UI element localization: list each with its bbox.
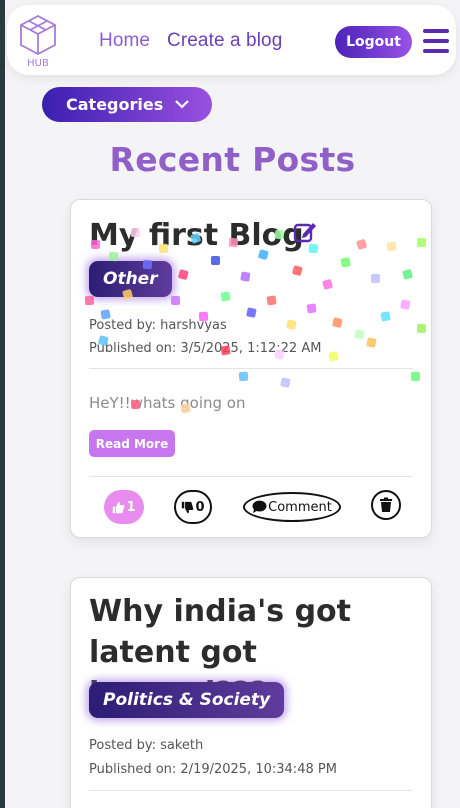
divider [89, 476, 413, 477]
hamburger-menu-icon[interactable] [423, 29, 449, 55]
post-excerpt: HeY!!whats going on [89, 394, 246, 412]
confetti-piece [386, 241, 397, 252]
post-card: My first Blog Other Posted by: harshvyas… [70, 199, 432, 538]
divider [89, 790, 413, 791]
confetti-piece [366, 337, 377, 348]
app-frame: HUB Home Create a blog Logout Categories… [5, 0, 460, 808]
categories-dropdown-button[interactable]: Categories [42, 87, 212, 122]
posted-by: Posted by: saketh [89, 738, 204, 753]
trash-icon [380, 497, 392, 512]
confetti-piece [286, 319, 297, 330]
comment-button[interactable]: Comment [243, 492, 341, 522]
confetti-piece [411, 372, 420, 381]
confetti-piece [292, 265, 303, 276]
confetti-piece [246, 307, 257, 318]
confetti-piece [380, 311, 391, 322]
navbar: HUB Home Create a blog Logout [7, 5, 456, 75]
confetti-piece [171, 296, 180, 305]
confetti-piece [280, 377, 291, 388]
confetti-piece [84, 295, 95, 306]
delete-button[interactable] [371, 490, 401, 520]
thumbs-down-icon [182, 501, 194, 513]
nav-create-blog-link[interactable]: Create a blog [167, 30, 282, 52]
confetti-piece [266, 295, 277, 306]
categories-label: Categories [66, 95, 164, 114]
posted-by: Posted by: harshvyas [89, 318, 227, 333]
confetti-piece [402, 269, 413, 280]
like-count: 1 [126, 499, 136, 515]
speech-bubble-icon [252, 500, 267, 514]
post-card: Why india's got latent got banned??? Pol… [70, 577, 432, 808]
confetti-piece [416, 237, 427, 248]
like-button[interactable]: 1 [104, 490, 144, 524]
edit-icon[interactable] [293, 220, 317, 244]
hub-logo-icon[interactable]: HUB [17, 13, 59, 69]
confetti-piece [306, 303, 317, 314]
confetti-piece [354, 329, 365, 340]
divider [89, 368, 413, 369]
post-title[interactable]: My first Blog [89, 215, 304, 256]
confetti-piece [328, 351, 339, 362]
confetti-piece [400, 299, 411, 310]
dislike-count: 0 [195, 499, 205, 515]
confetti-piece [211, 256, 220, 265]
logout-button[interactable]: Logout [335, 26, 412, 58]
read-more-button[interactable]: Read More [89, 430, 175, 457]
confetti-piece [240, 271, 251, 282]
dislike-button[interactable]: 0 [174, 490, 212, 524]
svg-text:HUB: HUB [27, 58, 49, 69]
confetti-piece [322, 279, 333, 290]
confetti-piece [178, 269, 189, 280]
page-title: Recent Posts [109, 140, 356, 179]
category-badge[interactable]: Other [89, 261, 172, 297]
confetti-piece [308, 243, 319, 254]
published-on: Published on: 2/19/2025, 10:34:48 PM [89, 762, 337, 777]
post-actions: 1 0 Comment [71, 490, 431, 526]
comment-label: Comment [268, 499, 332, 515]
category-badge[interactable]: Politics & Society [89, 682, 285, 718]
nav-home-link[interactable]: Home [99, 30, 150, 52]
confetti-piece [416, 323, 427, 334]
chevron-down-icon [175, 100, 189, 109]
confetti-piece [332, 317, 343, 328]
confetti-piece [356, 239, 367, 250]
thumbs-up-icon [113, 501, 125, 513]
confetti-piece [371, 274, 380, 283]
published-on: Published on: 3/5/2025, 1:12:22 AM [89, 341, 322, 356]
confetti-piece [220, 291, 231, 302]
confetti-piece [340, 257, 351, 268]
confetti-piece [238, 371, 249, 382]
